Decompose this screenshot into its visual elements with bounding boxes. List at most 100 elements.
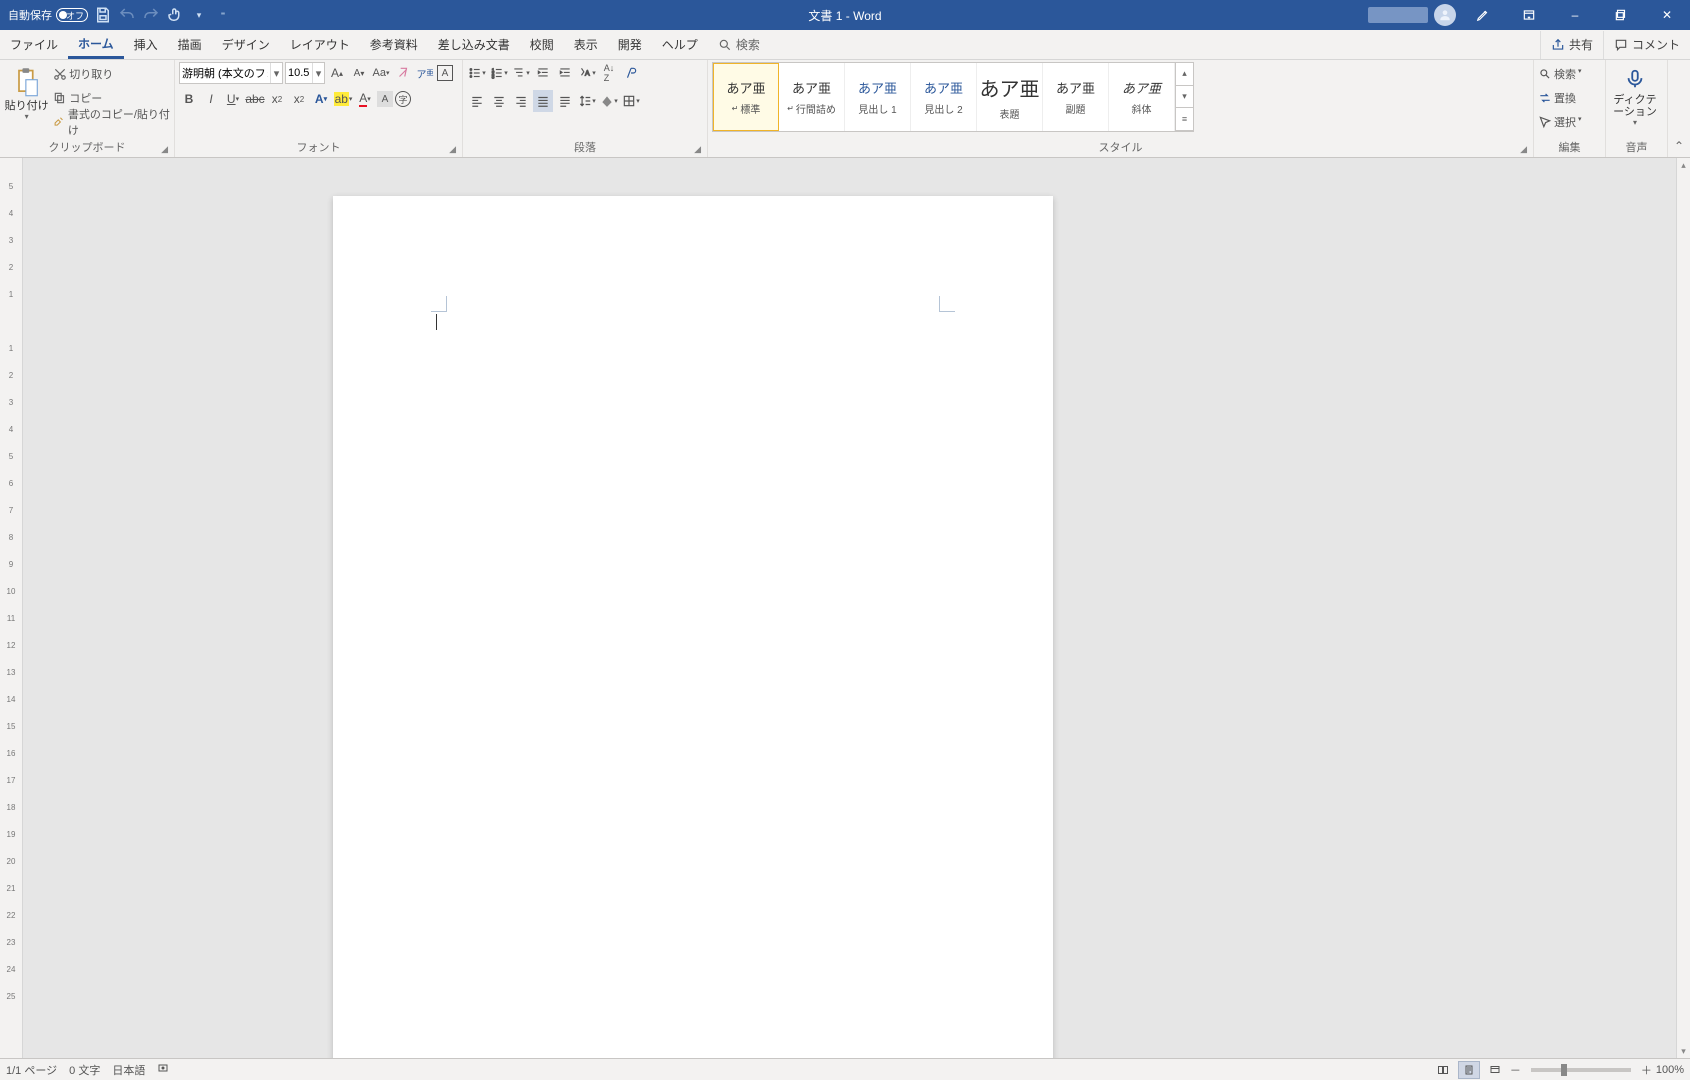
tab-view[interactable]: 表示 bbox=[564, 30, 608, 59]
clear-format-icon[interactable] bbox=[393, 62, 413, 84]
paragraph-launcher-icon[interactable]: ◢ bbox=[694, 144, 701, 155]
multilevel-icon[interactable]: ▾ bbox=[511, 62, 531, 84]
char-border-icon[interactable]: A bbox=[437, 65, 453, 81]
tab-review[interactable]: 校閲 bbox=[520, 30, 564, 59]
align-distribute-icon[interactable] bbox=[555, 90, 575, 112]
autosave-toggle[interactable]: 自動保存 オフ bbox=[8, 7, 88, 23]
scroll-down-icon[interactable]: ▾ bbox=[1677, 1044, 1690, 1058]
close-button[interactable]: ✕ bbox=[1644, 0, 1690, 30]
style-item-3[interactable]: あア亜見出し 2 bbox=[911, 63, 977, 131]
text-direction-icon[interactable]: A▾ bbox=[577, 62, 597, 84]
select-button[interactable]: 選択▾ bbox=[1538, 110, 1592, 134]
line-spacing-icon[interactable]: ▾ bbox=[577, 90, 597, 112]
zoom-level[interactable]: 100% bbox=[1656, 1064, 1684, 1076]
text-effects-icon[interactable]: A▾ bbox=[311, 88, 331, 110]
shading-icon[interactable]: ▾ bbox=[599, 90, 619, 112]
redo-icon[interactable] bbox=[142, 6, 160, 24]
qat-overflow-icon[interactable]: ⁼ bbox=[214, 6, 232, 24]
tab-draw[interactable]: 描画 bbox=[168, 30, 212, 59]
bold-icon[interactable]: B bbox=[179, 88, 199, 110]
enclose-char-icon[interactable]: 字 bbox=[395, 91, 411, 107]
tell-me-search[interactable]: 検索 bbox=[718, 30, 760, 59]
document-area[interactable] bbox=[23, 176, 1676, 1058]
format-painter-button[interactable]: 書式のコピー/貼り付け bbox=[53, 110, 170, 134]
view-print-icon[interactable] bbox=[1458, 1061, 1480, 1079]
zoom-thumb[interactable] bbox=[1561, 1064, 1567, 1076]
maximize-button[interactable] bbox=[1598, 0, 1644, 30]
status-language[interactable]: 日本語 bbox=[112, 1062, 145, 1078]
gallery-scroll[interactable]: ▴▾≡ bbox=[1175, 63, 1193, 131]
clipboard-launcher-icon[interactable]: ◢ bbox=[161, 144, 168, 155]
style-item-0[interactable]: あア亜↵標準 bbox=[713, 63, 779, 131]
subscript-icon[interactable]: x2 bbox=[267, 88, 287, 110]
change-case-icon[interactable]: Aa▾ bbox=[371, 62, 391, 84]
zoom-slider[interactable] bbox=[1531, 1068, 1631, 1072]
style-item-5[interactable]: あア亜副題 bbox=[1043, 63, 1109, 131]
font-color-icon[interactable]: A▾ bbox=[355, 88, 375, 110]
font-name-combo[interactable]: ▾ bbox=[179, 62, 283, 84]
scroll-up-icon[interactable]: ▴ bbox=[1677, 158, 1690, 172]
find-button[interactable]: 検索▾ bbox=[1538, 62, 1592, 86]
tab-mailings[interactable]: 差し込み文書 bbox=[428, 30, 520, 59]
align-right-icon[interactable] bbox=[511, 90, 531, 112]
borders-icon[interactable]: ▾ bbox=[621, 90, 641, 112]
numbering-icon[interactable]: 123▾ bbox=[489, 62, 509, 84]
tab-home[interactable]: ホーム bbox=[68, 30, 124, 59]
cut-button[interactable]: 切り取り bbox=[53, 62, 170, 86]
qat-dropdown-icon[interactable]: ▾ bbox=[190, 6, 208, 24]
account-avatar[interactable] bbox=[1434, 4, 1456, 26]
status-word-count[interactable]: 0 文字 bbox=[69, 1062, 100, 1078]
font-launcher-icon[interactable]: ◢ bbox=[449, 144, 456, 155]
save-icon[interactable] bbox=[94, 6, 112, 24]
show-marks-icon[interactable] bbox=[621, 62, 641, 84]
dictate-button[interactable]: ディクテーション ▾ bbox=[1610, 62, 1660, 127]
shrink-font-icon[interactable]: A▾ bbox=[349, 62, 369, 84]
tab-help[interactable]: ヘルプ bbox=[652, 30, 708, 59]
tab-design[interactable]: デザイン bbox=[212, 30, 280, 59]
vertical-scrollbar[interactable]: ▴ ▾ bbox=[1676, 158, 1690, 1058]
zoom-out-icon[interactable]: － bbox=[1510, 1062, 1521, 1078]
char-shading-icon[interactable]: A bbox=[377, 91, 393, 107]
align-center-icon[interactable] bbox=[489, 90, 509, 112]
styles-launcher-icon[interactable]: ◢ bbox=[1520, 144, 1527, 155]
indent-inc-icon[interactable] bbox=[555, 62, 575, 84]
view-web-icon[interactable] bbox=[1484, 1061, 1506, 1079]
vertical-ruler[interactable]: 5432112345678910111213141516171819202122… bbox=[0, 158, 23, 1058]
page[interactable] bbox=[333, 196, 1053, 1058]
collapse-ribbon-icon[interactable]: ⌃ bbox=[1674, 139, 1684, 153]
view-read-icon[interactable] bbox=[1432, 1061, 1454, 1079]
bullets-icon[interactable]: ▾ bbox=[467, 62, 487, 84]
phonetic-guide-icon[interactable]: ア亜 bbox=[415, 62, 435, 84]
highlight-icon[interactable]: ab▾ bbox=[333, 88, 353, 110]
ribbon-display-icon[interactable] bbox=[1506, 0, 1552, 30]
align-left-icon[interactable] bbox=[467, 90, 487, 112]
undo-icon[interactable] bbox=[118, 6, 136, 24]
account-name-pill[interactable] bbox=[1368, 7, 1428, 23]
minimize-button[interactable]: – bbox=[1552, 0, 1598, 30]
align-justify-icon[interactable] bbox=[533, 90, 553, 112]
strikethrough-icon[interactable]: abc bbox=[245, 88, 265, 110]
italic-icon[interactable]: I bbox=[201, 88, 221, 110]
touch-mode-icon[interactable] bbox=[166, 6, 184, 24]
tab-developer[interactable]: 開発 bbox=[608, 30, 652, 59]
grow-font-icon[interactable]: A▴ bbox=[327, 62, 347, 84]
share-button[interactable]: 共有 bbox=[1540, 31, 1603, 59]
macro-recorder-icon[interactable] bbox=[157, 1062, 169, 1078]
styles-gallery[interactable]: あア亜↵標準あア亜↵行間詰めあア亜見出し 1あア亜見出し 2あア亜表題あア亜副題… bbox=[712, 62, 1194, 132]
pen-icon[interactable] bbox=[1460, 0, 1506, 30]
comment-button[interactable]: コメント bbox=[1603, 31, 1690, 59]
status-page[interactable]: 1/1 ページ bbox=[6, 1062, 57, 1078]
replace-button[interactable]: 置換 bbox=[1538, 86, 1592, 110]
tab-file[interactable]: ファイル bbox=[0, 30, 68, 59]
tab-layout[interactable]: レイアウト bbox=[280, 30, 360, 59]
indent-dec-icon[interactable] bbox=[533, 62, 553, 84]
superscript-icon[interactable]: x2 bbox=[289, 88, 309, 110]
font-size-combo[interactable]: ▾ bbox=[285, 62, 325, 84]
style-item-1[interactable]: あア亜↵行間詰め bbox=[779, 63, 845, 131]
zoom-in-icon[interactable]: ＋ bbox=[1641, 1062, 1652, 1078]
underline-icon[interactable]: U▾ bbox=[223, 88, 243, 110]
tab-references[interactable]: 参考資料 bbox=[360, 30, 428, 59]
tab-insert[interactable]: 挿入 bbox=[124, 30, 168, 59]
paste-button[interactable]: 貼り付け ▾ bbox=[4, 62, 49, 121]
style-item-4[interactable]: あア亜表題 bbox=[977, 63, 1043, 131]
